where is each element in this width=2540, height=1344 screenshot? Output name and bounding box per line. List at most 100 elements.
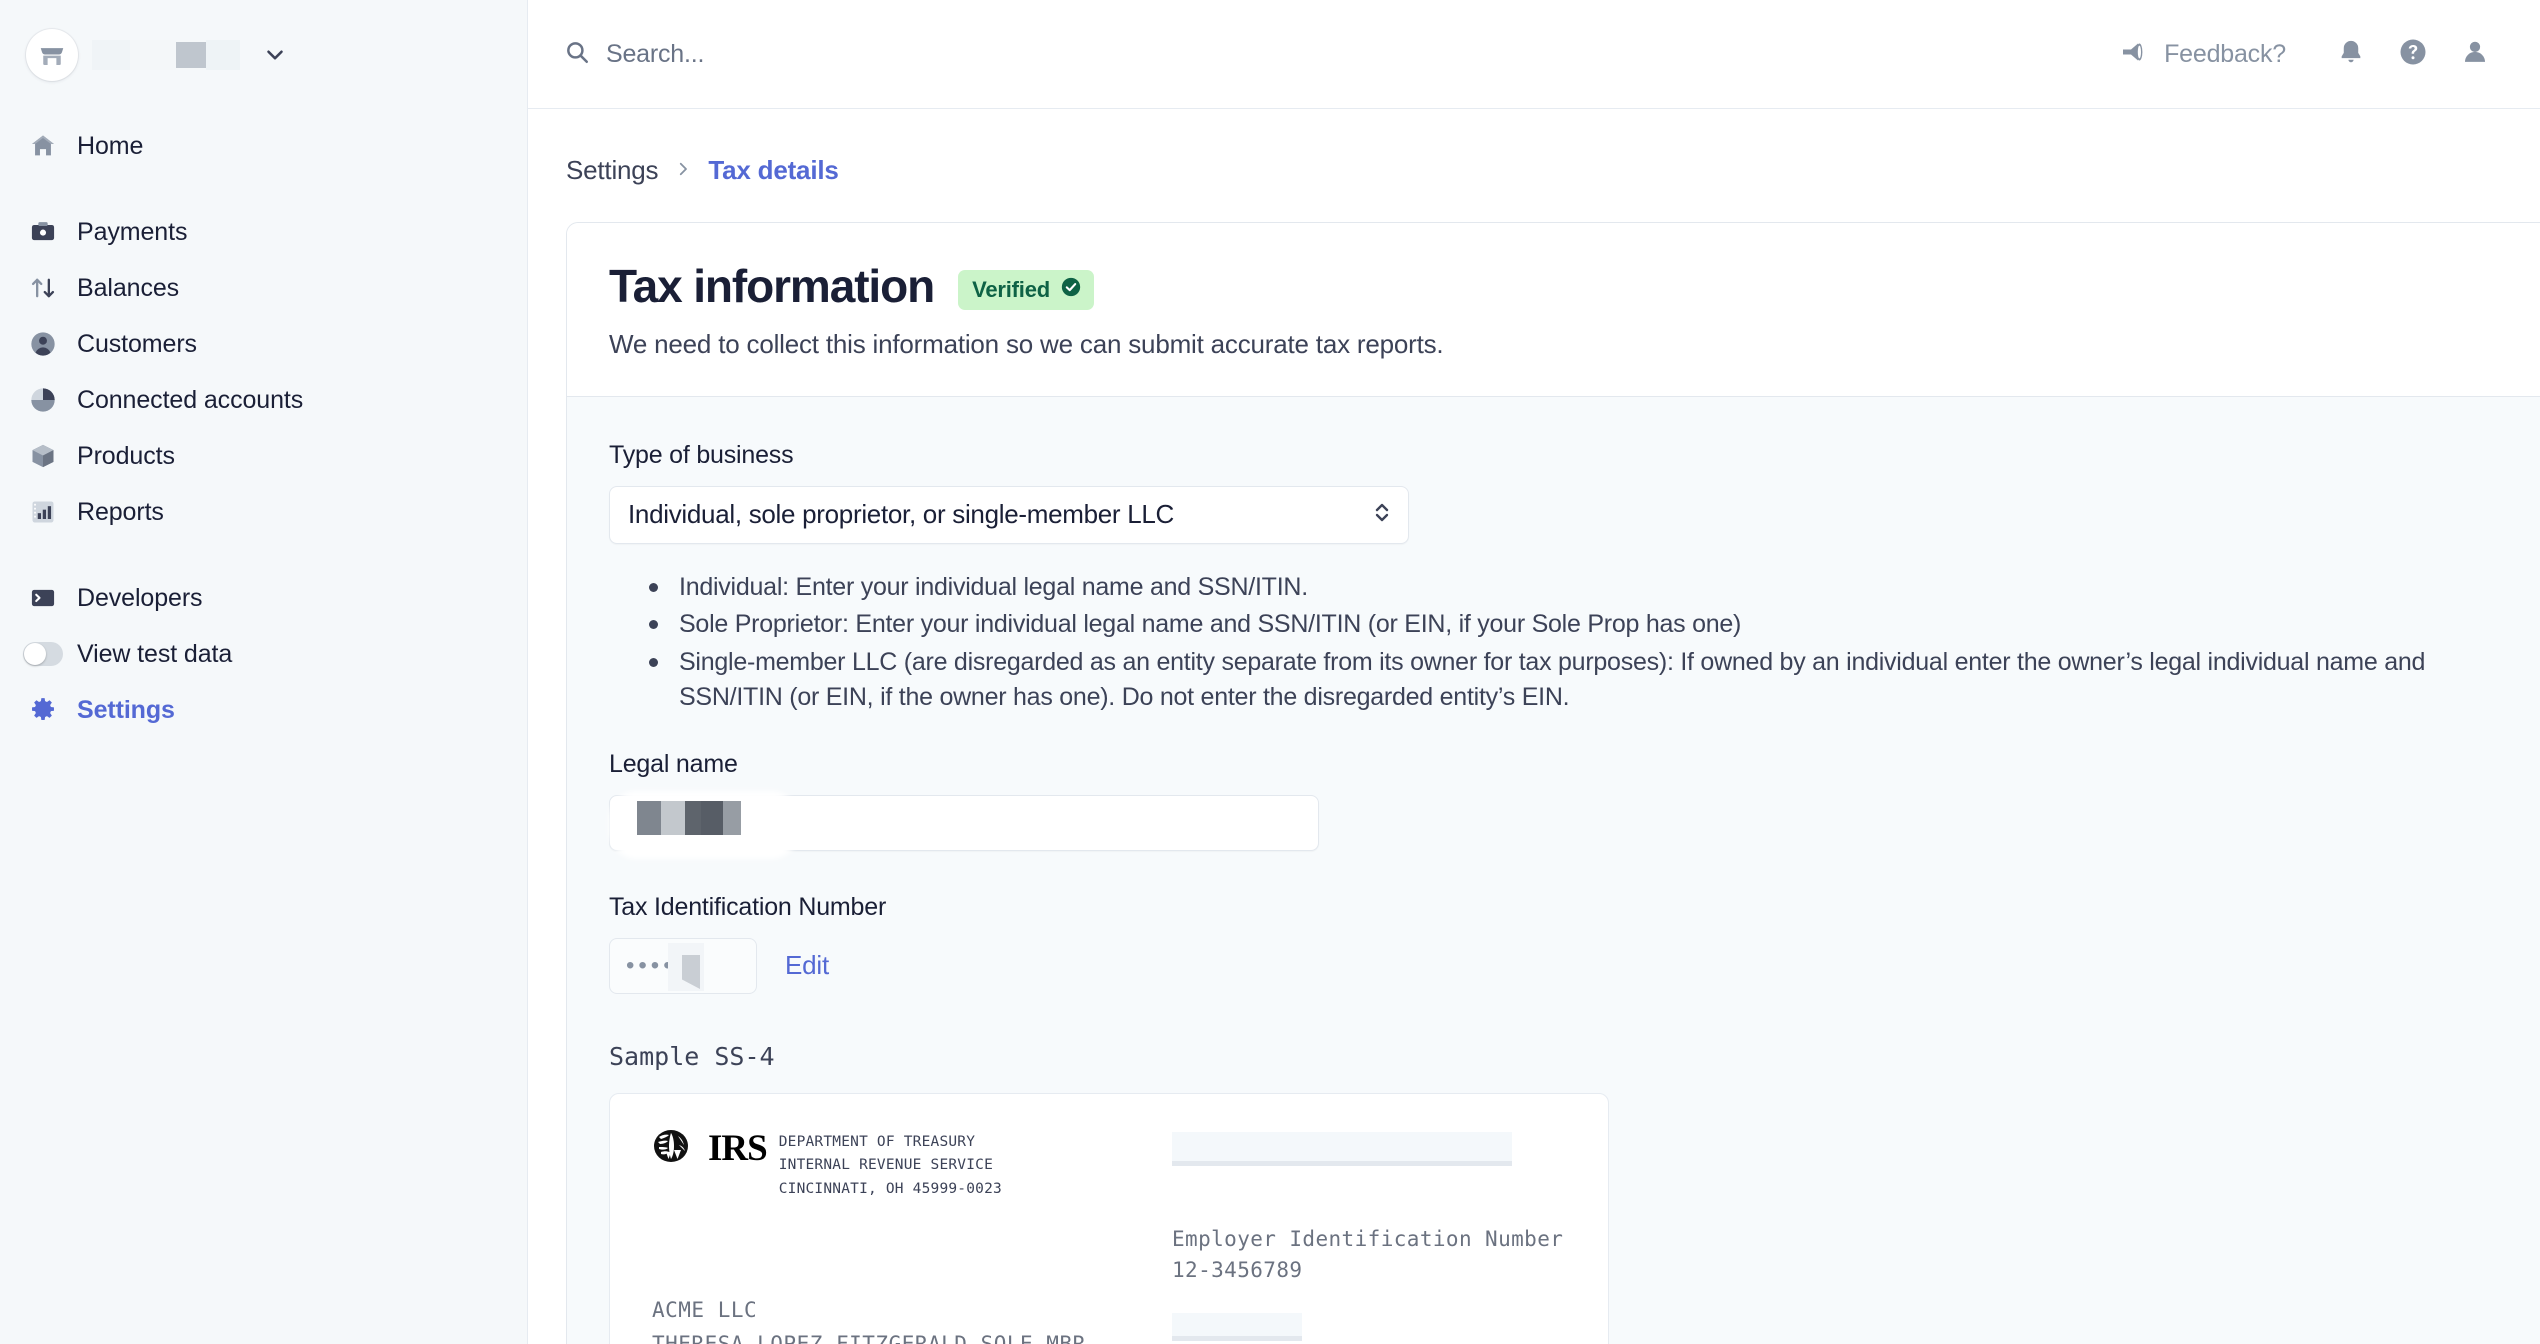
account-logo <box>26 29 78 81</box>
sidebar-item-label: Payments <box>77 218 188 246</box>
business-type-help-list: Individual: Enter your individual legal … <box>645 570 2498 716</box>
notifications-button[interactable] <box>2320 23 2382 85</box>
toggle-switch-off[interactable] <box>23 639 63 669</box>
megaphone-icon <box>2122 40 2150 69</box>
breadcrumb: Settings Tax details <box>528 155 2540 186</box>
sidebar-item-label: View test data <box>77 640 233 668</box>
legal-name-redaction-bars <box>637 800 741 835</box>
question-circle-icon <box>2398 37 2428 72</box>
breadcrumb-tax-details[interactable]: Tax details <box>708 155 838 186</box>
connected-accounts-icon <box>28 385 58 415</box>
sidebar-item-label: Products <box>77 442 175 470</box>
chevron-down-icon <box>262 42 288 68</box>
title-row: Tax information Verified <box>609 261 2498 312</box>
ss4-owner-line: THERESA LOPEZ-FITZGERALD SOLE MBR <box>652 1327 1172 1344</box>
account-name-redacted <box>92 29 240 81</box>
list-item: Sole Proprietor: Enter your individual l… <box>645 607 2475 643</box>
ss4-business-name: ACME LLC <box>652 1298 758 1323</box>
page-content: Settings Tax details Tax information Ver… <box>528 109 2540 1344</box>
sample-ss4-document: IRS DEPARTMENT OF TREASURY INTERNAL REVE… <box>609 1092 1609 1344</box>
status-badge: Verified <box>958 270 1094 311</box>
tin-row: •••• 9 Edit <box>609 937 2498 994</box>
sidebar-item-settings[interactable]: Settings <box>0 682 527 738</box>
irs-wordmark: IRS <box>708 1127 768 1169</box>
irs-eagle-logo-icon <box>652 1128 696 1173</box>
legal-name-label: Legal name <box>609 749 738 778</box>
sidebar-item-products[interactable]: Products <box>0 428 527 484</box>
nav-divider-space <box>0 174 527 204</box>
chevron-right-icon <box>674 158 692 184</box>
list-item: Individual: Enter your individual legal … <box>645 570 2475 606</box>
sidebar-nav: Home Payments Balances Customers Connect… <box>0 110 527 738</box>
sidebar-item-view-test-data[interactable]: View test data <box>0 626 527 682</box>
sidebar-item-connected-accounts[interactable]: Connected accounts <box>0 372 527 428</box>
card-body: Type of business Individual, sole propri… <box>567 397 2540 1344</box>
main-area: Search... Feedback? Settings Tax details… <box>527 0 2540 1344</box>
breadcrumb-settings[interactable]: Settings <box>566 155 659 186</box>
sidebar-item-home[interactable]: Home <box>0 118 527 174</box>
sidebar-item-label: Developers <box>77 584 203 612</box>
check-circle-icon <box>1060 276 1082 304</box>
developers-terminal-icon <box>28 583 58 613</box>
topbar: Search... Feedback? <box>528 0 2540 109</box>
agency-line: CINCINNATI, OH 45999-0023 <box>778 1180 1002 1197</box>
sidebar-item-label: Reports <box>77 498 164 526</box>
search-placeholder: Search... <box>606 39 705 68</box>
sidebar-item-customers[interactable]: Customers <box>0 316 527 372</box>
business-type-select[interactable]: Individual, sole proprietor, or single-m… <box>609 485 1409 544</box>
sample-ss4-heading: Sample SS-4 <box>609 1041 775 1071</box>
sidebar-item-developers[interactable]: Developers <box>0 570 527 626</box>
sidebar-item-label: Connected accounts <box>77 386 304 414</box>
products-box-icon <box>28 441 58 471</box>
ss4-ein-value: 12-3456789 <box>1172 1258 1303 1283</box>
irs-agency-address: DEPARTMENT OF TREASURY INTERNAL REVENUE … <box>779 1128 1002 1201</box>
payments-icon <box>28 217 58 247</box>
reports-bar-chart-icon <box>28 497 58 527</box>
sidebar-item-label: Customers <box>77 330 197 358</box>
ss4-right-column: Employer Identification Number 12-345678… <box>1172 1128 1568 1344</box>
tax-information-card: Tax information Verified We need to coll… <box>566 222 2540 1344</box>
status-badge-label: Verified <box>972 277 1050 303</box>
sidebar-item-reports[interactable]: Reports <box>0 484 527 540</box>
sidebar-item-balances[interactable]: Balances <box>0 260 527 316</box>
sidebar-item-payments[interactable]: Payments <box>0 204 527 260</box>
search-input[interactable]: Search... <box>564 39 2122 70</box>
list-item: Single-member LLC (are disregarded as an… <box>645 645 2475 716</box>
page-title: Tax information <box>609 260 935 312</box>
card-subtitle: We need to collect this information so w… <box>609 328 1444 359</box>
agency-line: INTERNAL REVENUE SERVICE <box>778 1157 994 1174</box>
feedback-button[interactable]: Feedback? <box>2122 40 2286 69</box>
account-switcher[interactable] <box>0 0 527 110</box>
customers-person-icon <box>28 329 58 359</box>
account-button[interactable] <box>2444 23 2506 85</box>
card-header: Tax information Verified We need to coll… <box>567 223 2540 397</box>
business-type-value: Individual, sole proprietor, or single-m… <box>628 499 1175 530</box>
sidebar-item-label: Settings <box>77 696 175 724</box>
agency-line: DEPARTMENT OF TREASURY <box>778 1133 976 1150</box>
person-icon <box>2461 38 2489 71</box>
tin-edit-link[interactable]: Edit <box>785 950 829 981</box>
irs-header: IRS DEPARTMENT OF TREASURY INTERNAL REVE… <box>652 1128 1172 1201</box>
legal-name-field-wrap <box>609 790 1319 859</box>
ss4-placeholder-block <box>1172 1131 1512 1166</box>
sidebar-item-label: Balances <box>77 274 180 302</box>
ss4-grid: IRS DEPARTMENT OF TREASURY INTERNAL REVE… <box>652 1128 1568 1344</box>
business-type-label: Type of business <box>609 440 794 469</box>
ss4-left-column: IRS DEPARTMENT OF TREASURY INTERNAL REVE… <box>652 1128 1172 1344</box>
tin-label: Tax Identification Number <box>609 892 887 921</box>
nav-divider-space-2 <box>0 540 527 570</box>
search-icon <box>564 39 590 70</box>
sidebar-item-label: Home <box>77 132 144 160</box>
tin-input[interactable]: •••• 9 <box>609 937 757 994</box>
ss4-ein-label: Employer Identification Number <box>1172 1226 1564 1251</box>
gear-icon <box>28 695 58 725</box>
home-icon <box>28 131 58 161</box>
bell-icon <box>2337 38 2365 71</box>
ss4-placeholder-block <box>1172 1312 1302 1341</box>
help-button[interactable] <box>2382 23 2444 85</box>
topbar-actions: Feedback? <box>2122 23 2506 85</box>
balances-arrows-icon <box>28 273 58 303</box>
app-root: Home Payments Balances Customers Connect… <box>0 0 2540 1344</box>
feedback-label: Feedback? <box>2164 39 2286 68</box>
storefront-icon <box>40 48 64 65</box>
